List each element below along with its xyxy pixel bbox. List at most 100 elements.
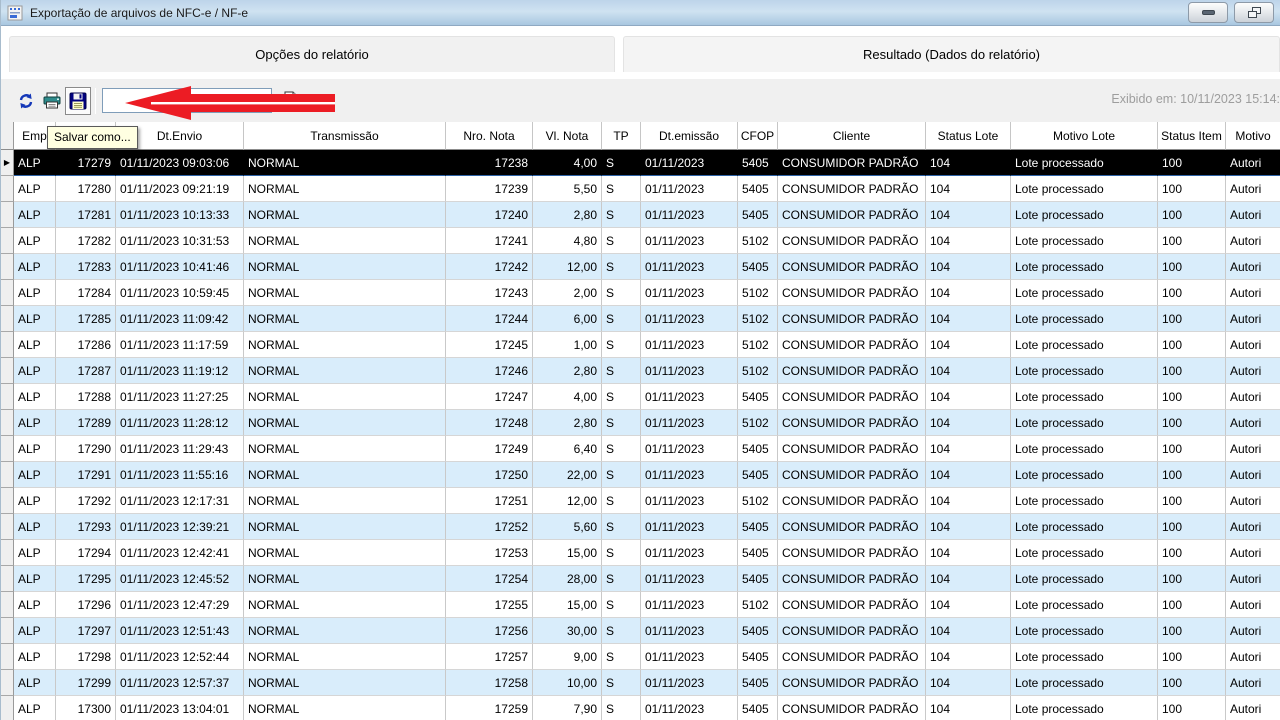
cell-emp[interactable]: ALP: [14, 202, 56, 228]
cell-status_lote[interactable]: 104: [926, 488, 1011, 514]
cell-motivo_lote[interactable]: Lote processado: [1011, 618, 1158, 644]
column-header-motivo_item[interactable]: Motivo: [1226, 122, 1280, 150]
cell-lote[interactable]: 17290: [56, 436, 116, 462]
column-header-status_lote[interactable]: Status Lote: [926, 122, 1011, 150]
cell-status_item[interactable]: 100: [1158, 254, 1226, 280]
row-selector-cell[interactable]: [1, 358, 14, 384]
cell-transmissao[interactable]: NORMAL: [244, 176, 446, 202]
cell-lote[interactable]: 17284: [56, 280, 116, 306]
cell-motivo_item[interactable]: Autori: [1226, 228, 1280, 254]
cell-cliente[interactable]: CONSUMIDOR PADRÃO: [778, 384, 926, 410]
cell-dt_envio[interactable]: 01/11/2023 11:27:25: [116, 384, 244, 410]
cell-lote[interactable]: 17297: [56, 618, 116, 644]
cell-emp[interactable]: ALP: [14, 254, 56, 280]
cell-nro_nota[interactable]: 17242: [446, 254, 533, 280]
cell-status_item[interactable]: 100: [1158, 644, 1226, 670]
cell-dt_envio[interactable]: 01/11/2023 09:03:06: [116, 150, 244, 176]
cell-tp[interactable]: S: [602, 410, 641, 436]
row-selector-cell[interactable]: [1, 514, 14, 540]
cell-cfop[interactable]: 5102: [738, 358, 778, 384]
cell-nro_nota[interactable]: 17240: [446, 202, 533, 228]
cell-transmissao[interactable]: NORMAL: [244, 202, 446, 228]
cell-transmissao[interactable]: NORMAL: [244, 280, 446, 306]
cell-dt_envio[interactable]: 01/11/2023 12:39:21: [116, 514, 244, 540]
cell-cfop[interactable]: 5102: [738, 488, 778, 514]
cell-motivo_item[interactable]: Autori: [1226, 176, 1280, 202]
cell-dt_envio[interactable]: 01/11/2023 10:31:53: [116, 228, 244, 254]
cell-dt_emissao[interactable]: 01/11/2023: [641, 384, 738, 410]
cell-motivo_item[interactable]: Autori: [1226, 540, 1280, 566]
cell-emp[interactable]: ALP: [14, 436, 56, 462]
row-selector-cell[interactable]: [1, 410, 14, 436]
cell-cliente[interactable]: CONSUMIDOR PADRÃO: [778, 410, 926, 436]
cell-tp[interactable]: S: [602, 176, 641, 202]
cell-status_lote[interactable]: 104: [926, 332, 1011, 358]
minimize-button[interactable]: [1188, 2, 1228, 23]
cell-transmissao[interactable]: NORMAL: [244, 488, 446, 514]
cell-tp[interactable]: S: [602, 280, 641, 306]
row-selector-cell[interactable]: [1, 618, 14, 644]
cell-dt_envio[interactable]: 01/11/2023 11:55:16: [116, 462, 244, 488]
row-selector-cell[interactable]: [1, 592, 14, 618]
cell-vl_nota[interactable]: 4,00: [533, 150, 602, 176]
cell-dt_emissao[interactable]: 01/11/2023: [641, 488, 738, 514]
cell-motivo_item[interactable]: Autori: [1226, 644, 1280, 670]
cell-dt_emissao[interactable]: 01/11/2023: [641, 696, 738, 720]
cell-dt_envio[interactable]: 01/11/2023 11:09:42: [116, 306, 244, 332]
cell-motivo_lote[interactable]: Lote processado: [1011, 670, 1158, 696]
cell-transmissao[interactable]: NORMAL: [244, 410, 446, 436]
cell-status_lote[interactable]: 104: [926, 436, 1011, 462]
cell-cfop[interactable]: 5102: [738, 592, 778, 618]
cell-nro_nota[interactable]: 17246: [446, 358, 533, 384]
cell-cliente[interactable]: CONSUMIDOR PADRÃO: [778, 670, 926, 696]
table-row[interactable]: ALP1728201/11/2023 10:31:53NORMAL172414,…: [1, 228, 1280, 254]
table-row[interactable]: ALP1729401/11/2023 12:42:41NORMAL1725315…: [1, 540, 1280, 566]
cell-tp[interactable]: S: [602, 436, 641, 462]
cell-dt_envio[interactable]: 01/11/2023 12:52:44: [116, 644, 244, 670]
cell-lote[interactable]: 17285: [56, 306, 116, 332]
table-row[interactable]: ALP1729801/11/2023 12:52:44NORMAL172579,…: [1, 644, 1280, 670]
cell-dt_emissao[interactable]: 01/11/2023: [641, 202, 738, 228]
column-header-status_item[interactable]: Status Item: [1158, 122, 1226, 150]
cell-dt_emissao[interactable]: 01/11/2023: [641, 150, 738, 176]
cell-vl_nota[interactable]: 6,40: [533, 436, 602, 462]
cell-cliente[interactable]: CONSUMIDOR PADRÃO: [778, 254, 926, 280]
cell-lote[interactable]: 17287: [56, 358, 116, 384]
cell-status_item[interactable]: 100: [1158, 566, 1226, 592]
cell-dt_emissao[interactable]: 01/11/2023: [641, 540, 738, 566]
cell-cfop[interactable]: 5102: [738, 410, 778, 436]
cell-motivo_item[interactable]: Autori: [1226, 618, 1280, 644]
cell-tp[interactable]: S: [602, 488, 641, 514]
table-row[interactable]: ALP1729601/11/2023 12:47:29NORMAL1725515…: [1, 592, 1280, 618]
cell-motivo_lote[interactable]: Lote processado: [1011, 280, 1158, 306]
cell-emp[interactable]: ALP: [14, 410, 56, 436]
cell-nro_nota[interactable]: 17255: [446, 592, 533, 618]
cell-nro_nota[interactable]: 17239: [446, 176, 533, 202]
cell-lote[interactable]: 17291: [56, 462, 116, 488]
cell-tp[interactable]: S: [602, 696, 641, 720]
cell-status_item[interactable]: 100: [1158, 384, 1226, 410]
cell-transmissao[interactable]: NORMAL: [244, 644, 446, 670]
cell-motivo_lote[interactable]: Lote processado: [1011, 488, 1158, 514]
cell-status_lote[interactable]: 104: [926, 540, 1011, 566]
cell-nro_nota[interactable]: 17257: [446, 644, 533, 670]
row-selector-cell[interactable]: [1, 488, 14, 514]
cell-emp[interactable]: ALP: [14, 176, 56, 202]
cell-nro_nota[interactable]: 17247: [446, 384, 533, 410]
cell-status_lote[interactable]: 104: [926, 254, 1011, 280]
cell-motivo_lote[interactable]: Lote processado: [1011, 462, 1158, 488]
cell-nro_nota[interactable]: 17249: [446, 436, 533, 462]
cell-cfop[interactable]: 5405: [738, 540, 778, 566]
cell-lote[interactable]: 17298: [56, 644, 116, 670]
cell-vl_nota[interactable]: 5,60: [533, 514, 602, 540]
cell-dt_envio[interactable]: 01/11/2023 12:17:31: [116, 488, 244, 514]
row-selector-cell[interactable]: [1, 306, 14, 332]
cell-nro_nota[interactable]: 17244: [446, 306, 533, 332]
row-selector-cell[interactable]: [1, 566, 14, 592]
table-row[interactable]: ALP1728801/11/2023 11:27:25NORMAL172474,…: [1, 384, 1280, 410]
cell-status_lote[interactable]: 104: [926, 410, 1011, 436]
cell-motivo_lote[interactable]: Lote processado: [1011, 566, 1158, 592]
cell-transmissao[interactable]: NORMAL: [244, 358, 446, 384]
cell-cliente[interactable]: CONSUMIDOR PADRÃO: [778, 358, 926, 384]
cell-transmissao[interactable]: NORMAL: [244, 670, 446, 696]
